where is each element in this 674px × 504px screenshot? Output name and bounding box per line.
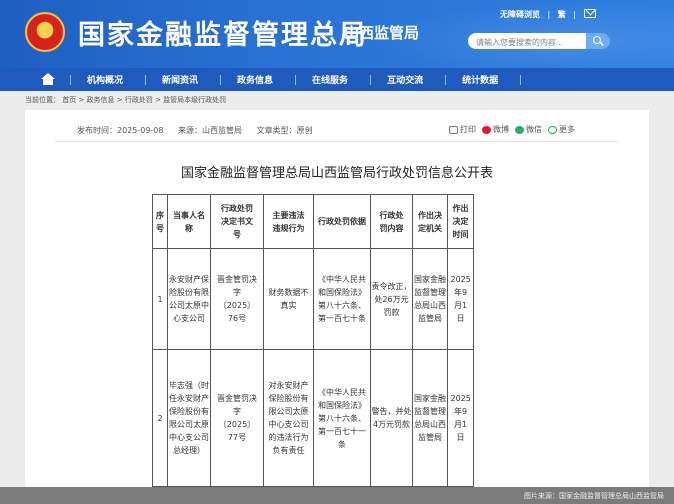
mail-icon[interactable] <box>584 9 596 18</box>
header-content: 行政处罚内容 <box>370 194 413 249</box>
top-links: 无障碍浏览 | 繁 | <box>499 10 576 19</box>
cell-violation: 财务数据不真实 <box>263 248 314 350</box>
cell-authority: 国家金融监督管理总局山西监管局 <box>412 349 448 487</box>
cell-content: 责令改正，处26万元罚款 <box>370 248 413 350</box>
penalty-table: 序号 当事人名称 行政处罚决定书文号 主要违法违规行为 行政处罚依据 行政处罚内… <box>152 194 474 487</box>
header-party: 当事人名称 <box>167 194 211 249</box>
article-meta: 发布时间：2025-09-08 来源：山西监管局 文章类型：原创 <box>77 125 325 136</box>
cell-doc-no: 晋金管罚决字〔2025〕76号 <box>210 248 264 350</box>
cell-content: 警告，并处4万元罚款 <box>370 349 413 487</box>
more-link[interactable]: 更多 <box>559 124 575 135</box>
search-input[interactable] <box>468 33 588 49</box>
footer-bar: 图片来源：国家金融监督管理总局山西监管局 <box>0 487 674 504</box>
document-title: 国家金融监督管理总局山西监管局行政处罚信息公开表 <box>180 166 493 181</box>
nav-item-news[interactable]: 新闻资讯 <box>162 73 198 86</box>
site-header: ★ 国家金融监督管理总局 山西监管局 无障碍浏览 | 繁 | <box>0 0 674 68</box>
header-no: 序号 <box>152 194 168 249</box>
header-violation: 主要违法违规行为 <box>263 194 314 249</box>
share-bar: 打印 微博 微信 更多 <box>443 124 575 135</box>
site-subtitle: 山西监管局 <box>344 24 420 42</box>
breadcrumb[interactable]: 当前位置： 首页 > 政务信息 > 行政处罚 > 监管局本级行政处罚 <box>25 95 226 105</box>
main-nav: 机构概况 新闻资讯 政务信息 在线服务 互动交流 统计数据 <box>0 68 674 91</box>
nav-item-government-info[interactable]: 政务信息 <box>237 73 273 86</box>
print-icon[interactable] <box>449 125 458 134</box>
cell-date: 2025年9月1日 <box>447 248 474 350</box>
nav-item-online-services[interactable]: 在线服务 <box>312 73 348 86</box>
nav-item-about[interactable]: 机构概况 <box>87 73 123 86</box>
publish-time: 发布时间：2025-09-08 <box>77 126 164 135</box>
nav-item-interaction[interactable]: 互动交流 <box>387 73 423 86</box>
cell-violation: 对永安财产保险股份有限公司太原中心支公司的违法行为负有责任 <box>263 349 314 487</box>
image-source: 图片来源：国家金融监督管理总局山西监管局 <box>524 492 664 500</box>
cell-date: 2025年9月1日 <box>447 349 474 487</box>
home-icon[interactable] <box>40 72 56 87</box>
search-button[interactable] <box>586 33 610 49</box>
traditional-chinese-link[interactable]: 繁 <box>558 10 566 19</box>
print-link[interactable]: 打印 <box>460 124 476 135</box>
more-icon[interactable] <box>548 125 557 134</box>
cell-party: 永安财产保险股份有限公司太原中心支公司 <box>167 248 211 350</box>
divider <box>55 141 619 142</box>
cell-basis: 《中华人民共和国保险法》第八十六条、第一百七十一条 <box>313 349 371 487</box>
wechat-link[interactable]: 微信 <box>526 124 542 135</box>
article-source: 来源：山西监管局 <box>178 126 243 135</box>
national-emblem-icon: ★ <box>25 12 65 52</box>
header-doc-no: 行政处罚决定书文号 <box>210 194 264 249</box>
weibo-icon[interactable] <box>482 125 491 134</box>
wechat-icon[interactable] <box>515 125 524 134</box>
header-authority: 作出决定机关 <box>412 194 448 249</box>
cell-doc-no: 晋金管罚决字〔2025〕77号 <box>210 349 264 487</box>
header-basis: 行政处罚依据 <box>313 194 371 249</box>
site-title[interactable]: 国家金融监督管理总局 <box>78 13 368 52</box>
header-date: 作出决定时间 <box>447 194 474 249</box>
cell-party: 毕志强（时任永安财产保险股份有限公司太原中心支公司总经理） <box>167 349 211 487</box>
accessibility-link[interactable]: 无障碍浏览 <box>500 10 540 19</box>
article-panel: 发布时间：2025-09-08 来源：山西监管局 文章类型：原创 打印 微博 微… <box>25 110 649 504</box>
nav-item-statistics[interactable]: 统计数据 <box>462 73 498 86</box>
weibo-link[interactable]: 微博 <box>493 124 509 135</box>
cell-no: 2 <box>152 349 168 487</box>
table-row: 2 毕志强（时任永安财产保险股份有限公司太原中心支公司总经理） 晋金管罚决字〔2… <box>152 349 474 487</box>
table-header-row: 序号 当事人名称 行政处罚决定书文号 主要违法违规行为 行政处罚依据 行政处罚内… <box>152 194 474 249</box>
article-type: 文章类型：原创 <box>256 126 313 135</box>
table-row: 1 永安财产保险股份有限公司太原中心支公司 晋金管罚决字〔2025〕76号 财务… <box>152 248 474 350</box>
cell-basis: 《中华人民共和国保险法》第八十六条、第一百七十条 <box>313 248 371 350</box>
cell-authority: 国家金融监督管理总局山西监管局 <box>412 248 448 350</box>
cell-no: 1 <box>152 248 168 350</box>
